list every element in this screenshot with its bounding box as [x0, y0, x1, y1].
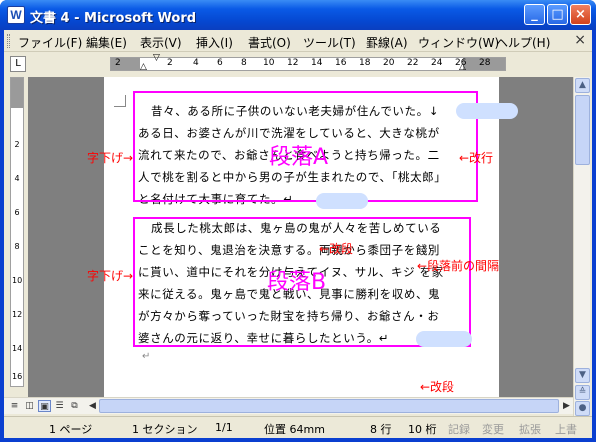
ruler-number: 10	[263, 58, 275, 68]
menu-format[interactable]: 書式(O)	[248, 34, 291, 51]
document-area[interactable]: 昔々、ある所に子供のいない老夫婦が住んでいた。↓ ある日、お婆さんが川で洗濯をし…	[28, 77, 573, 397]
ruler-number: 2	[167, 58, 173, 68]
word-window: W 文書 4 - Microsoft Word _ □ × ファイル(F) 編集…	[0, 0, 596, 442]
menu-help[interactable]: ヘルプ(H)	[496, 34, 550, 51]
tab-selector-button[interactable]: L	[10, 56, 26, 72]
select-browse-object-icon[interactable]: ●	[575, 401, 590, 416]
status-extend[interactable]: 拡張	[519, 421, 541, 437]
outline-view-icon[interactable]: ☰	[53, 400, 66, 412]
ruler-number: 20	[383, 58, 395, 68]
menu-view[interactable]: 表示(V)	[140, 34, 182, 51]
first-line-indent-icon[interactable]: ▽	[153, 53, 160, 63]
ruler-number: 24	[431, 58, 443, 68]
menu-bar: ファイル(F) 編集(E) 表示(V) 挿入(I) 書式(O) ツール(T) 罫…	[4, 30, 592, 52]
paragraph-b-label: 段落B	[267, 270, 327, 295]
ruler-number: 4	[193, 58, 199, 68]
reading-layout-icon[interactable]: ⧉	[68, 400, 81, 412]
web-layout-icon[interactable]: ◫	[23, 400, 36, 412]
status-overwrite[interactable]: 上書	[555, 421, 577, 437]
vertical-scrollbar[interactable]: ▲ ▼ ≙ ● ≚	[573, 77, 590, 432]
scroll-thumb[interactable]	[575, 95, 590, 165]
paragraph-break-annotation-b: ←改段	[420, 380, 455, 394]
ruler-number: 16	[335, 58, 347, 68]
status-bar: 1 ページ 1 セクション 1/1 位置 64mm 8 行 10 桁 記録 変更…	[4, 416, 592, 438]
client-area: ファイル(F) 編集(E) 表示(V) 挿入(I) 書式(O) ツール(T) 罫…	[4, 30, 592, 438]
status-position: 位置 64mm	[264, 423, 325, 436]
spacing-before-annotation: ←段落前の間隔	[417, 259, 500, 273]
scroll-right-icon[interactable]: ▶	[560, 400, 573, 412]
vertical-ruler[interactable]: 2 4 6 8 10 12 14 16	[10, 77, 24, 387]
window-title: 文書 4 - Microsoft Word	[30, 11, 197, 26]
status-section: 1 セクション	[132, 423, 198, 436]
menu-edit[interactable]: 編集(E)	[86, 34, 127, 51]
vruler-top-margin	[11, 78, 23, 108]
scroll-up-icon[interactable]: ▲	[575, 78, 590, 93]
ruler-number: 18	[359, 58, 371, 68]
status-record[interactable]: 記録	[448, 421, 470, 437]
indent-annotation-b: 字下げ→	[87, 269, 134, 283]
status-line: 8 行	[370, 423, 392, 436]
status-page-count: 1/1	[215, 421, 233, 434]
indent-annotation-a: 字下げ→	[87, 151, 134, 165]
ruler-number: 6	[217, 58, 223, 68]
normal-view-icon[interactable]: ≡	[8, 400, 21, 412]
scroll-left-icon[interactable]: ◀	[86, 400, 99, 412]
word-app-icon[interactable]: W	[7, 6, 25, 24]
paragraph-a-label: 段落A	[269, 145, 329, 170]
previous-page-icon[interactable]: ≙	[575, 385, 590, 400]
menu-tools[interactable]: ツール(T)	[303, 34, 356, 51]
vruler-number: 12	[12, 310, 23, 319]
ruler-number: 8	[241, 58, 247, 68]
ruler-row: L 2 2 4 6 8 10 12 14 16 18 20 22 24 26 2…	[4, 53, 592, 75]
horizontal-scroll-thumb[interactable]	[99, 399, 559, 413]
menu-file[interactable]: ファイル(F)	[18, 34, 82, 51]
hanging-indent-icon[interactable]: △	[140, 62, 147, 72]
vruler-number: 14	[12, 344, 23, 353]
maximize-button[interactable]: □	[547, 4, 568, 25]
paragraph-break-annotation-a: ←改段	[319, 242, 354, 256]
minimize-button[interactable]: _	[524, 4, 545, 25]
vruler-number: 16	[12, 372, 23, 381]
vruler-number: 2	[14, 140, 20, 149]
right-indent-icon[interactable]: △	[459, 62, 466, 72]
menu-insert[interactable]: 挿入(I)	[196, 34, 233, 51]
scroll-down-icon[interactable]: ▼	[575, 368, 590, 383]
vruler-number: 8	[14, 242, 20, 251]
ruler-number: 22	[407, 58, 419, 68]
linebreak-annotation: ←改行	[459, 151, 494, 165]
page-corner-mark	[114, 95, 126, 107]
ruler-number: 2	[115, 58, 121, 68]
horizontal-ruler[interactable]: 2 2 4 6 8 10 12 14 16 18 20 22 24 26 28 …	[110, 53, 506, 72]
document-close-icon[interactable]: ×	[574, 32, 586, 48]
document-page[interactable]: 昔々、ある所に子供のいない老夫婦が住んでいた。↓ ある日、お婆さんが川で洗濯をし…	[104, 77, 518, 397]
annotation-highlight	[416, 331, 472, 347]
ruler-number: 12	[287, 58, 299, 68]
vruler-number: 10	[12, 276, 23, 285]
menu-window[interactable]: ウィンドウ(W)	[418, 34, 499, 51]
title-bar[interactable]: W 文書 4 - Microsoft Word _ □ ×	[0, 0, 596, 30]
vruler-number: 4	[14, 174, 20, 183]
ruler-number: 14	[311, 58, 323, 68]
status-page: 1 ページ	[49, 423, 93, 436]
menu-grip-icon[interactable]	[7, 34, 10, 48]
vruler-number: 6	[14, 208, 20, 217]
annotation-highlight	[316, 193, 368, 209]
annotation-highlight	[456, 103, 518, 119]
menu-table[interactable]: 罫線(A)	[366, 34, 408, 51]
print-layout-icon[interactable]: ▣	[38, 400, 51, 412]
horizontal-scrollbar[interactable]: ≡ ◫ ▣ ☰ ⧉ ◀ ▶	[4, 397, 573, 414]
empty-paragraph-mark: ↵	[142, 351, 151, 362]
close-button[interactable]: ×	[570, 4, 591, 25]
ruler-number: 28	[479, 58, 491, 68]
status-column: 10 桁	[408, 423, 437, 436]
status-track-changes[interactable]: 変更	[482, 421, 504, 437]
